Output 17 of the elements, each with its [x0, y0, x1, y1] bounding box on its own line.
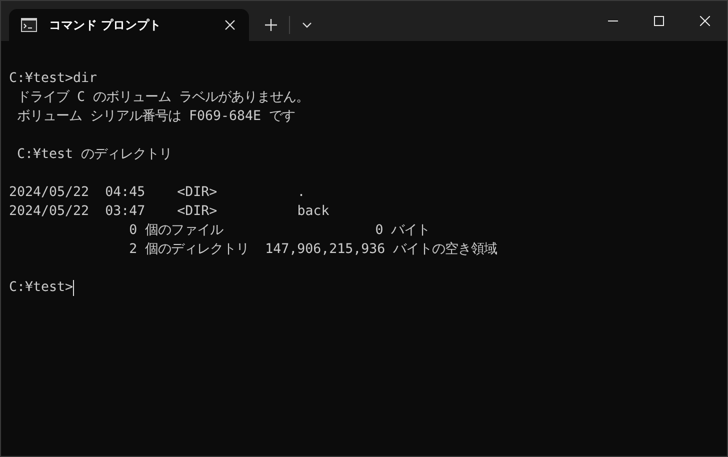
dropdown-chevron-icon[interactable]	[302, 22, 312, 28]
close-icon[interactable]	[700, 16, 710, 26]
close-tab-icon[interactable]	[225, 20, 235, 30]
console-line: ボリューム シリアル番号は F069-684E です	[16, 108, 296, 126]
console-line: 0 個のファイル 0 バイト	[128, 222, 430, 240]
tab-title: コマンド プロンプト	[49, 16, 162, 34]
console-line: 2 個のディレクトリ 147,906,215,936 バイトの空き領域	[128, 240, 498, 259]
maximize-icon[interactable]	[654, 16, 664, 26]
console-line: 2024/05/22 03:47 <DIR> back	[9, 203, 330, 221]
console-line: 2024/05/22 04:45 <DIR> .	[9, 184, 306, 202]
terminal-tab[interactable]: コマンド プロンプト	[9, 9, 249, 41]
console-line: C:¥test>dir	[9, 70, 98, 88]
console-line: C:¥test>	[9, 279, 74, 297]
terminal-icon	[21, 18, 37, 32]
new-tab-icon[interactable]	[265, 19, 277, 31]
console-line: C:¥test のディレクトリ	[16, 146, 172, 164]
console-line: ドライブ C のボリューム ラベルがありません。	[16, 88, 310, 107]
